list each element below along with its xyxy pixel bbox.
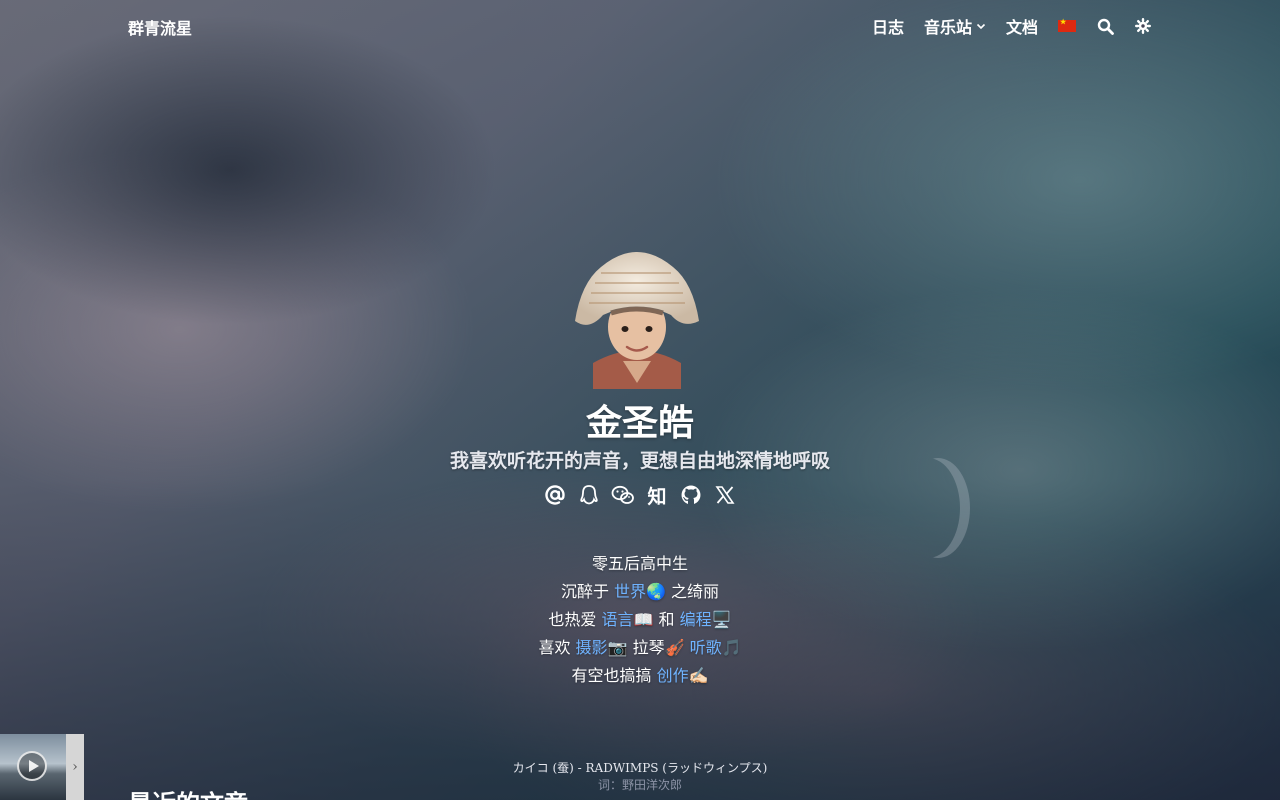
bio-line: 沉醉于 世界🌏 之绮丽 <box>0 578 1280 606</box>
bio-text: 之绮丽 <box>665 582 720 601</box>
nav-docs[interactable]: 文档 <box>1006 14 1038 38</box>
x-icon[interactable] <box>713 482 737 508</box>
photography-link[interactable]: 摄影📷 <box>576 638 628 657</box>
bio-text: 有空也搞搞 <box>571 666 657 685</box>
profile-subtitle: 我喜欢听花开的声音，更想自由地深情地呼吸 <box>449 450 830 472</box>
nav-music-label: 音乐站 <box>923 18 972 37</box>
zhihu-icon[interactable]: 知 <box>645 482 669 508</box>
moon-decoration <box>906 458 970 558</box>
bio-text: 也热爱 <box>548 610 602 629</box>
music-link[interactable]: 听歌🎵 <box>690 638 742 657</box>
bio-line: 也热爱 语言📖 和 编程🖥️ <box>0 606 1280 634</box>
language-link[interactable]: 语言📖 <box>602 610 654 629</box>
bio: 零五后高中生 沉醉于 世界🌏 之绮丽 也热爱 语言📖 和 编程🖥️ 喜欢 摄影📷… <box>0 550 1280 690</box>
nav-music-dropdown[interactable]: 音乐站 <box>924 14 986 38</box>
site-brand[interactable]: 群青流星 <box>128 15 192 39</box>
creation-link[interactable]: 创作✍🏻 <box>657 666 709 685</box>
programming-link[interactable]: 编程🖥️ <box>680 610 732 629</box>
theme-toggle-button[interactable] <box>1134 17 1152 35</box>
search-icon <box>1097 18 1114 35</box>
avatar <box>575 252 699 389</box>
world-link[interactable]: 世界🌏 <box>614 582 666 601</box>
chevron-down-icon <box>976 23 986 30</box>
github-icon[interactable] <box>679 482 703 508</box>
china-flag-icon <box>1058 17 1076 32</box>
wechat-icon[interactable] <box>611 482 635 508</box>
bio-text: 喜欢 <box>538 638 576 657</box>
profile-name: 金圣皓 <box>585 402 694 444</box>
language-switch[interactable] <box>1058 17 1076 35</box>
nav-log[interactable]: 日志 <box>872 14 904 38</box>
site-header: 群青流星 日志 音乐站 文档 <box>0 0 1280 52</box>
theme-gear-icon <box>1135 18 1151 34</box>
recent-posts-heading: 最近的文章 <box>128 784 248 800</box>
search-button[interactable] <box>1096 17 1114 35</box>
bio-line: 有空也搞搞 创作✍🏻 <box>0 662 1280 690</box>
qq-icon[interactable] <box>577 482 601 508</box>
bio-text: 沉醉于 <box>560 582 615 601</box>
email-icon[interactable] <box>543 482 567 508</box>
social-links: 知 <box>0 482 1280 508</box>
bio-text: 和 <box>653 610 680 629</box>
bio-line: 零五后高中生 <box>591 554 688 573</box>
bio-text: 拉琴🎻 <box>627 638 690 657</box>
bio-line: 喜欢 摄影📷 拉琴🎻 听歌🎵 <box>0 634 1280 662</box>
main-nav: 日志 音乐站 文档 <box>872 14 1152 38</box>
lyric-title: カイコ (蚕) - RADWIMPS (ラッドウィンプス) <box>512 761 768 775</box>
